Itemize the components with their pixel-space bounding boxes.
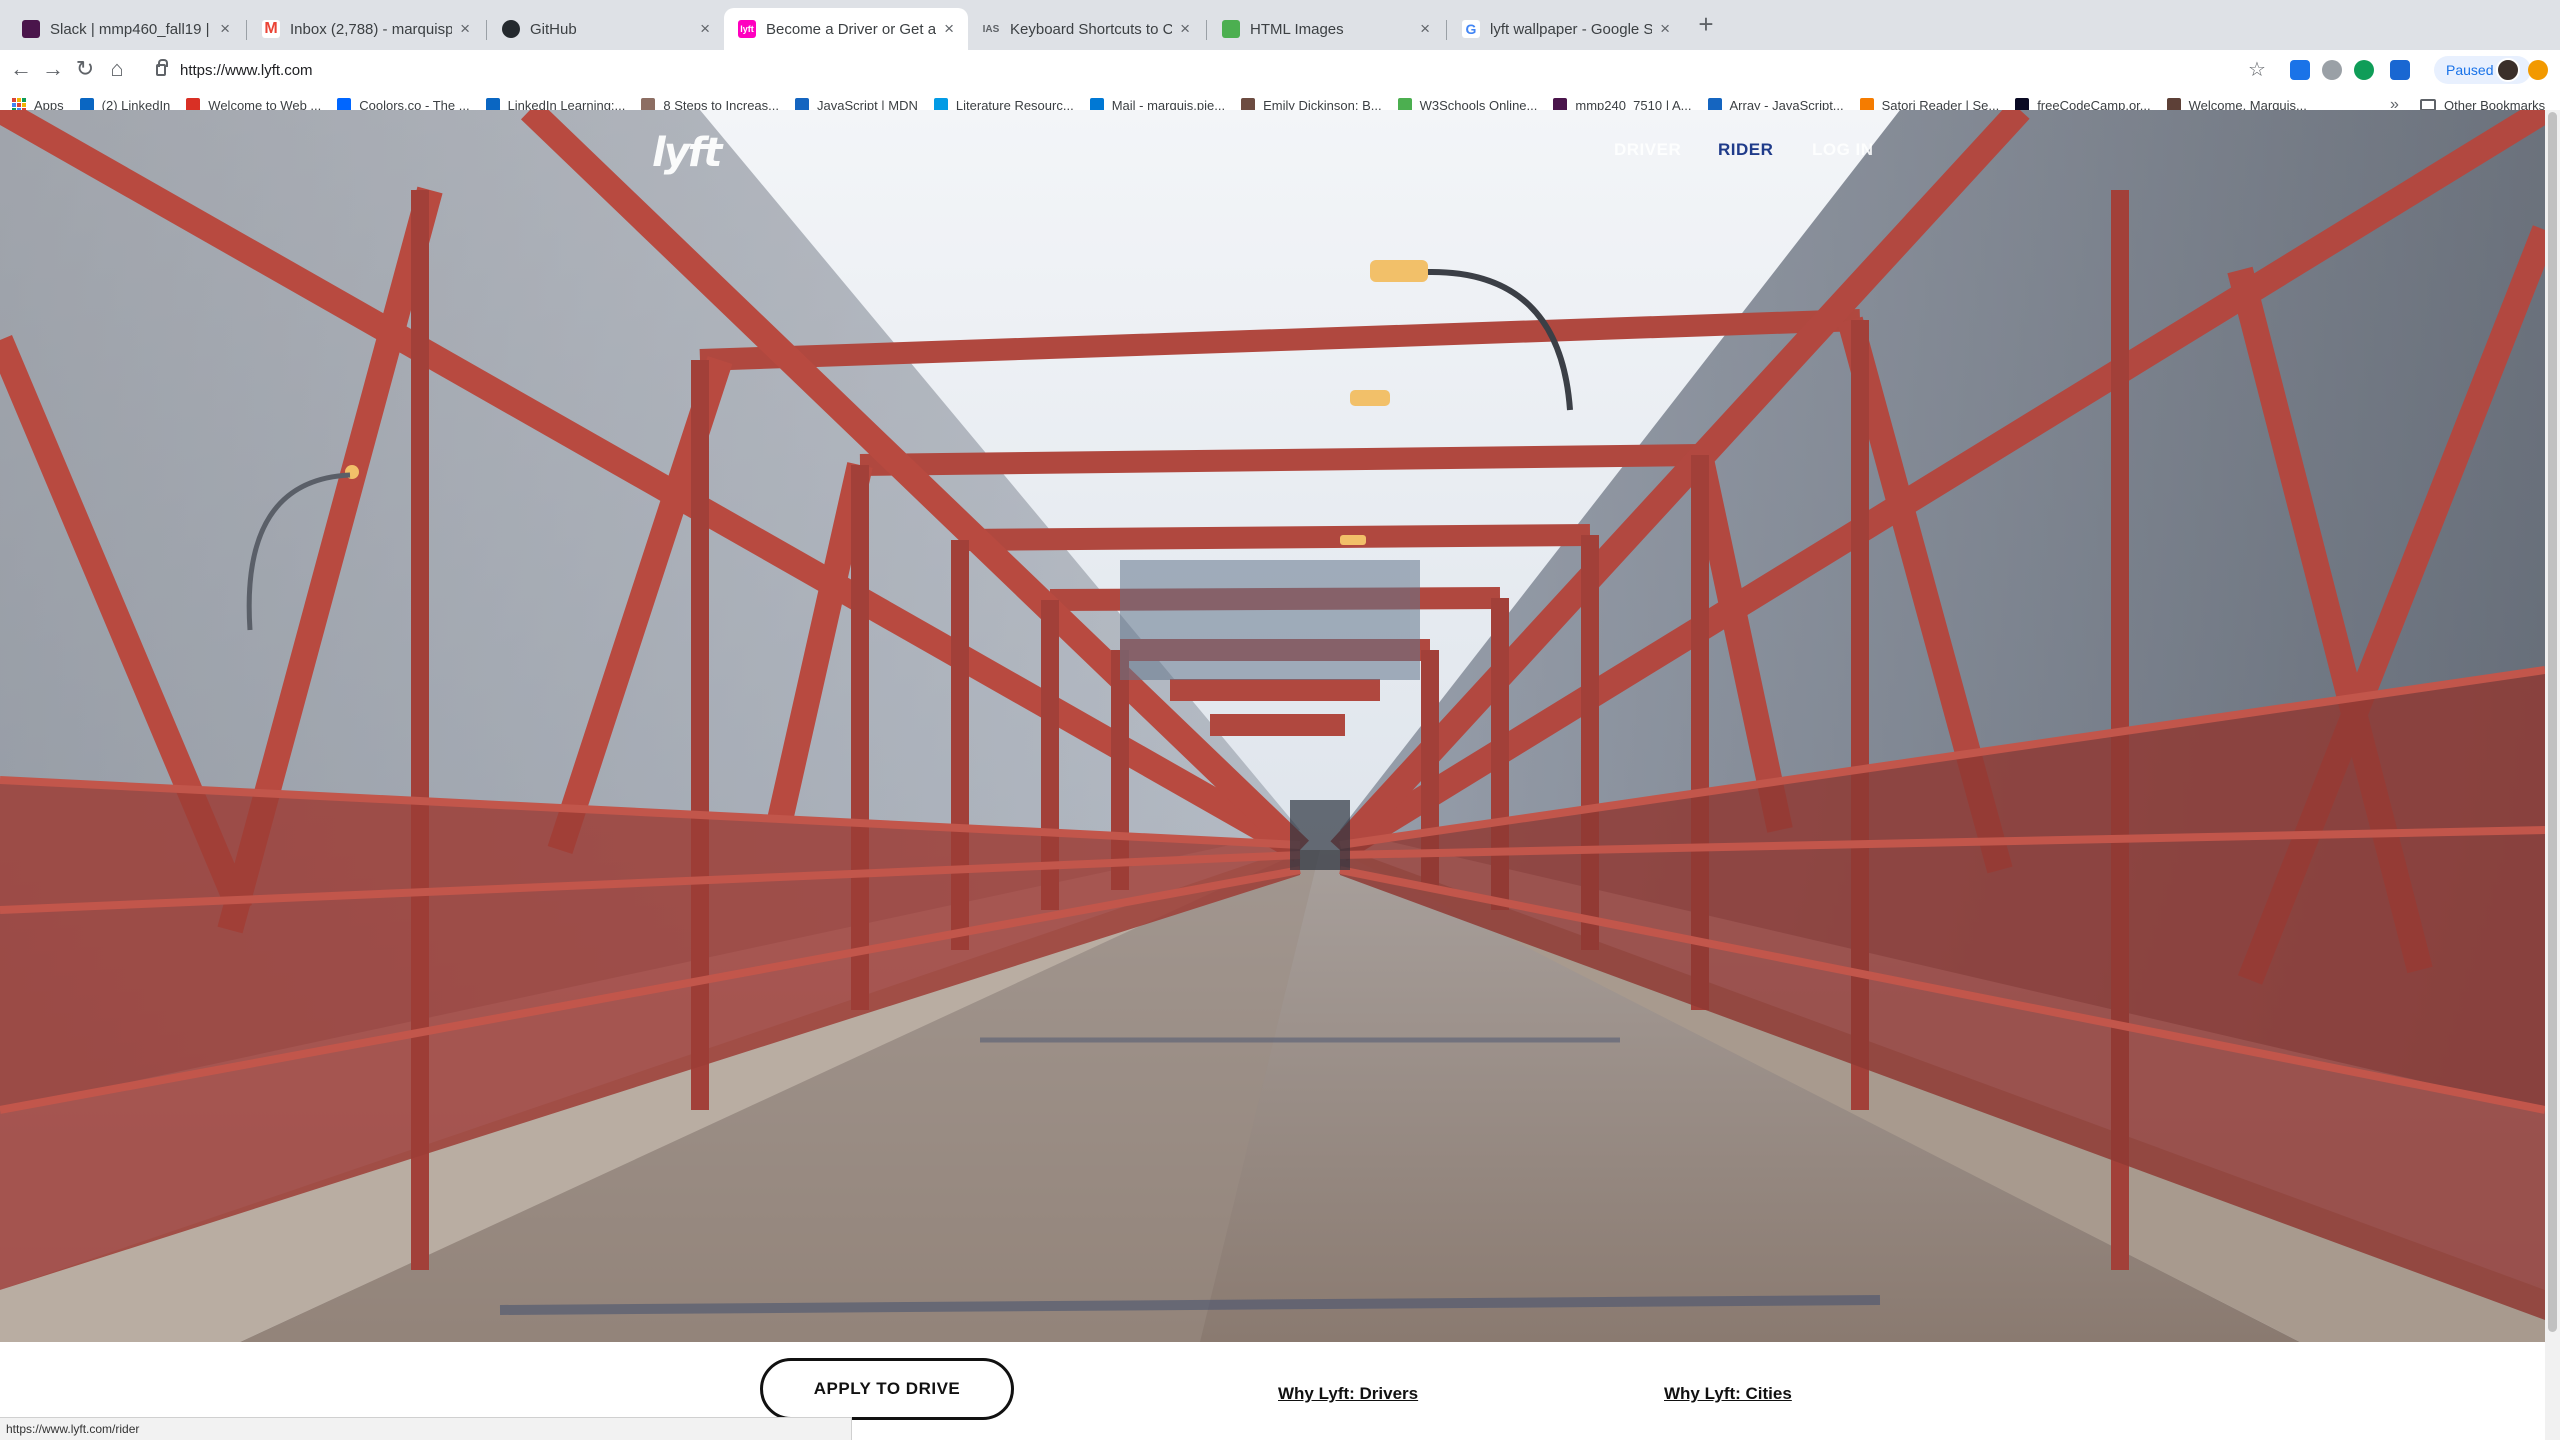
extension-icon[interactable]	[2390, 60, 2410, 80]
tab-lyft[interactable]: lyft Become a Driver or Get a Ride ×	[724, 8, 968, 50]
tab-divider	[1446, 20, 1447, 40]
home-icon[interactable]: ⌂	[102, 54, 132, 84]
slack-icon	[22, 20, 40, 38]
address-url[interactable]: https://www.lyft.com	[180, 62, 313, 79]
tab-title: Keyboard Shortcuts to Captur	[1010, 20, 1173, 38]
apply-to-drive-button[interactable]: APPLY TO DRIVE	[760, 1358, 1014, 1420]
tab-divider	[246, 20, 247, 40]
w3schools-icon	[1222, 20, 1240, 38]
page-viewport: lyft DRIVER RIDER LOG IN APPLY TO DRIVE …	[0, 110, 2545, 1440]
site-icon: IAS	[982, 23, 1000, 35]
tab-google-search[interactable]: G lyft wallpaper - Google Search ×	[1448, 8, 1684, 50]
lyft-icon: lyft	[738, 20, 756, 38]
tab-strip: Slack | mmp460_fall19 | ABE × M Inbox (2…	[0, 0, 2560, 50]
tab-slack[interactable]: Slack | mmp460_fall19 | ABE ×	[8, 8, 244, 50]
why-lyft-cities-link[interactable]: Why Lyft: Cities	[1664, 1384, 1792, 1404]
close-icon[interactable]: ×	[700, 19, 710, 39]
back-icon[interactable]: ←	[6, 54, 36, 84]
page-scrollbar[interactable]	[2545, 110, 2560, 1440]
close-icon[interactable]: ×	[220, 19, 230, 39]
hero-bridge-image: lyft DRIVER RIDER LOG IN	[0, 110, 2545, 1342]
github-icon	[502, 20, 520, 38]
reload-icon[interactable]: ↻	[70, 54, 100, 84]
tab-html-images[interactable]: HTML Images ×	[1208, 8, 1444, 50]
close-icon[interactable]: ×	[1180, 19, 1190, 39]
forward-icon[interactable]: →	[38, 54, 68, 84]
profile-status: Paused	[2446, 62, 2494, 78]
update-menu-icon[interactable]	[2528, 60, 2548, 80]
lock-icon	[156, 59, 168, 76]
tab-title: lyft wallpaper - Google Search	[1490, 20, 1653, 38]
extension-icon[interactable]	[2322, 60, 2342, 80]
close-icon[interactable]: ×	[1420, 19, 1430, 39]
bridge-illustration	[0, 110, 2545, 1342]
extension-icon[interactable]	[2290, 60, 2310, 80]
nav-rider-link[interactable]: RIDER	[1718, 140, 1773, 160]
gmail-icon: M	[262, 20, 280, 38]
status-bar-url: https://www.lyft.com/rider	[0, 1417, 852, 1440]
tab-title: HTML Images	[1250, 20, 1344, 38]
extension-icon[interactable]	[2354, 60, 2374, 80]
close-icon[interactable]: ×	[944, 19, 954, 39]
tab-title: Become a Driver or Get a Ride	[766, 20, 937, 38]
new-tab-button[interactable]: +	[1692, 9, 1720, 39]
tab-divider	[486, 20, 487, 40]
nav-login-link[interactable]: LOG IN	[1812, 140, 1874, 160]
tab-title: Inbox (2,788) - marquispierre3	[290, 20, 453, 38]
tab-divider	[1206, 20, 1207, 40]
tab-keyboard-shortcuts[interactable]: IAS Keyboard Shortcuts to Captur ×	[968, 8, 1204, 50]
tab-github[interactable]: GitHub ×	[488, 8, 724, 50]
close-icon[interactable]: ×	[460, 19, 470, 39]
lyft-logo[interactable]: lyft	[652, 130, 722, 176]
tab-title: Slack | mmp460_fall19 | ABE	[50, 20, 212, 38]
address-bar[interactable]: https://www.lyft.com	[140, 54, 2270, 86]
nav-driver-link[interactable]: DRIVER	[1614, 140, 1681, 160]
avatar[interactable]	[2496, 58, 2520, 82]
scrollbar-thumb[interactable]	[2548, 112, 2557, 1332]
tab-gmail[interactable]: M Inbox (2,788) - marquispierre3 ×	[248, 8, 484, 50]
close-icon[interactable]: ×	[1660, 19, 1670, 39]
why-lyft-drivers-link[interactable]: Why Lyft: Drivers	[1278, 1384, 1418, 1404]
google-icon: G	[1462, 20, 1480, 38]
site-header: lyft DRIVER RIDER LOG IN	[0, 110, 2545, 230]
tab-title: GitHub	[530, 20, 577, 38]
bookmark-star-icon[interactable]: ☆	[2248, 57, 2266, 82]
